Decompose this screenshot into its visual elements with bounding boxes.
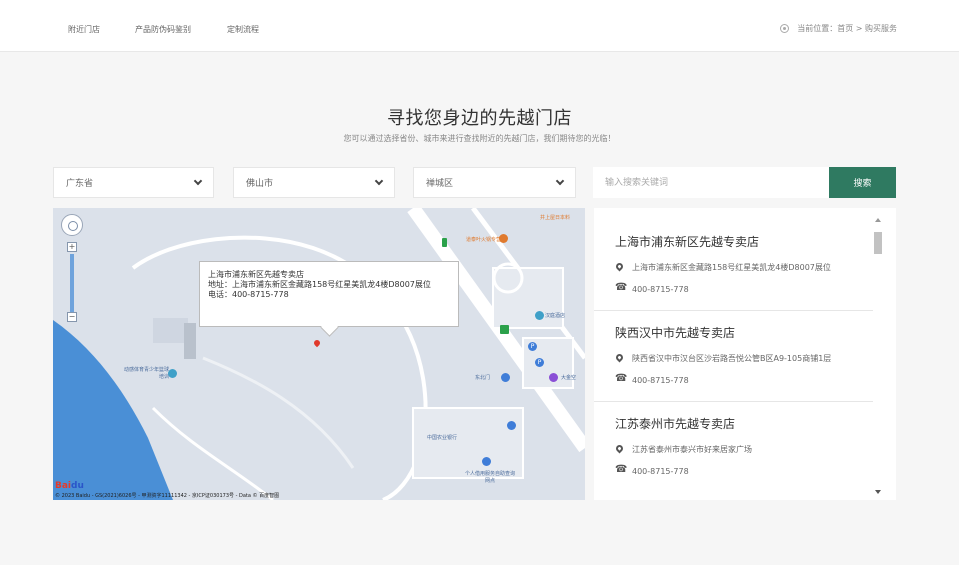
page-subtitle: 您可以通过选择省份、城市来进行查找附近的先越门店，我们期待您的光临！ xyxy=(343,134,616,143)
map-copyright: © 2023 Baidu - GS(2021)6026号 - 甲测资字11111… xyxy=(55,493,280,499)
baidu-logo-text-a: Bai xyxy=(55,481,72,491)
city-select[interactable]: 佛山市 xyxy=(233,167,395,198)
transit-poi-icon[interactable] xyxy=(500,325,509,334)
store-name: 江苏泰州市先越专卖店 xyxy=(615,417,736,431)
atm-poi-icon[interactable] xyxy=(482,457,491,466)
location-pin-icon xyxy=(615,263,624,272)
store-map[interactable]: + − 上海市浦东新区先越专卖店 地址：上海市浦东新区金藏路158号红星美凯龙4… xyxy=(53,208,585,500)
divider xyxy=(594,310,873,311)
zoom-in-icon[interactable]: + xyxy=(67,242,77,252)
top-bar: 附近门店 产品防伪码鉴别 定制流程 当前位置：首页 > 购买服务 xyxy=(0,0,959,52)
nav-item-custom-process[interactable]: 定制流程 xyxy=(227,24,259,35)
info-address: 地址：上海市浦东新区金藏路158号红星美凯龙4楼D8007展位 xyxy=(208,280,431,289)
nav-item-nearby-stores[interactable]: 附近门店 xyxy=(68,24,100,35)
store-name: 陕西汉中市先越专卖店 xyxy=(615,326,736,340)
list-item[interactable]: 江苏泰州市先越专卖店 江苏省泰州市泰兴市好来居家广场 400-8715-778 xyxy=(615,415,873,476)
store-phone: 400-8715-778 xyxy=(632,376,689,385)
province-select[interactable]: 广东省 xyxy=(53,167,214,198)
pan-control-icon[interactable] xyxy=(61,214,83,236)
store-name: 上海市浦东新区先越专卖店 xyxy=(615,235,760,249)
store-list[interactable]: 上海市浦东新区先越专卖店 上海市浦东新区金藏路158号红星美凯龙4楼D8007展… xyxy=(594,208,896,500)
map-label: 汉庭酒店 xyxy=(545,313,566,319)
map-base xyxy=(53,208,585,500)
city-select-value: 佛山市 xyxy=(246,179,274,189)
phone-icon xyxy=(615,282,627,294)
info-store-name: 上海市浦东新区先越专卖店 xyxy=(208,270,304,279)
parking-poi-icon[interactable]: P xyxy=(535,358,544,367)
scroll-down-icon[interactable] xyxy=(875,490,881,494)
page-title: 寻找您身边的先越门店 xyxy=(387,108,572,129)
info-phone: 电话：400-8715-778 xyxy=(208,290,289,299)
store-phone: 400-8715-778 xyxy=(632,285,689,294)
map-label: 大金空 xyxy=(561,375,577,381)
restaurant-poi-icon[interactable] xyxy=(499,234,508,243)
breadcrumb: 当前位置：首页 > 购买服务 xyxy=(780,23,897,34)
map-label: 动感体育青少年篮球培训 xyxy=(123,367,169,380)
scroll-thumb[interactable] xyxy=(874,232,882,254)
bank-poi-icon[interactable] xyxy=(507,421,516,430)
phone-icon xyxy=(615,373,627,385)
baidu-logo-text-b: du xyxy=(71,481,84,491)
district-select-value: 禅城区 xyxy=(426,179,454,189)
baidu-logo: Baidu xyxy=(55,481,84,491)
store-address: 陕西省汉中市汉台区沙岩路吾悦公管B区A9-105商铺1层 xyxy=(632,354,832,363)
map-info-window: 上海市浦东新区先越专卖店 地址：上海市浦东新区金藏路158号红星美凯龙4楼D80… xyxy=(199,261,459,327)
search-button[interactable]: 搜索 xyxy=(829,167,896,198)
zoom-slider[interactable]: + − xyxy=(67,242,77,322)
zoom-out-icon[interactable]: − xyxy=(67,312,77,322)
traffic-light-icon xyxy=(442,238,447,247)
shop-poi-icon[interactable] xyxy=(549,373,558,382)
gate-poi-icon[interactable] xyxy=(501,373,510,382)
location-pin-icon xyxy=(780,24,790,33)
map-label: 个人借用服务自助查询网点 xyxy=(465,471,516,484)
phone-icon xyxy=(615,464,627,476)
chevron-down-icon xyxy=(374,176,384,186)
divider xyxy=(594,401,873,402)
district-select[interactable]: 禅城区 xyxy=(413,167,576,198)
province-select-value: 广东省 xyxy=(66,179,94,189)
map-label: 中国农业银行 xyxy=(427,435,458,441)
parking-poi-icon[interactable]: P xyxy=(528,342,537,351)
chevron-down-icon xyxy=(555,176,565,186)
map-zoom-control[interactable]: + − xyxy=(61,214,83,322)
location-pin-icon xyxy=(615,354,624,363)
sports-poi-icon[interactable] xyxy=(168,369,177,378)
breadcrumb-text: 当前位置：首页 > 购买服务 xyxy=(797,24,897,33)
list-item[interactable]: 上海市浦东新区先越专卖店 上海市浦东新区金藏路158号红星美凯龙4楼D8007展… xyxy=(615,233,873,294)
scroll-up-icon[interactable] xyxy=(875,218,881,222)
hotel-poi-icon[interactable] xyxy=(535,311,544,320)
list-scrollbar[interactable] xyxy=(873,218,883,494)
store-address: 上海市浦东新区金藏路158号红星美凯龙4楼D8007展位 xyxy=(632,263,831,272)
map-label: 东北门 xyxy=(475,375,491,381)
list-item[interactable]: 陕西汉中市先越专卖店 陕西省汉中市汉台区沙岩路吾悦公管B区A9-105商铺1层 … xyxy=(615,324,873,385)
search-input[interactable] xyxy=(593,167,829,198)
zoom-track[interactable] xyxy=(70,254,74,314)
nav-item-anti-counterfeit[interactable]: 产品防伪码鉴别 xyxy=(135,24,191,35)
location-pin-icon xyxy=(615,445,624,454)
chevron-down-icon xyxy=(193,176,203,186)
store-phone: 400-8715-778 xyxy=(632,467,689,476)
map-label: 井上屋日本料 xyxy=(540,215,571,221)
store-address: 江苏省泰州市泰兴市好来居家广场 xyxy=(632,445,752,454)
